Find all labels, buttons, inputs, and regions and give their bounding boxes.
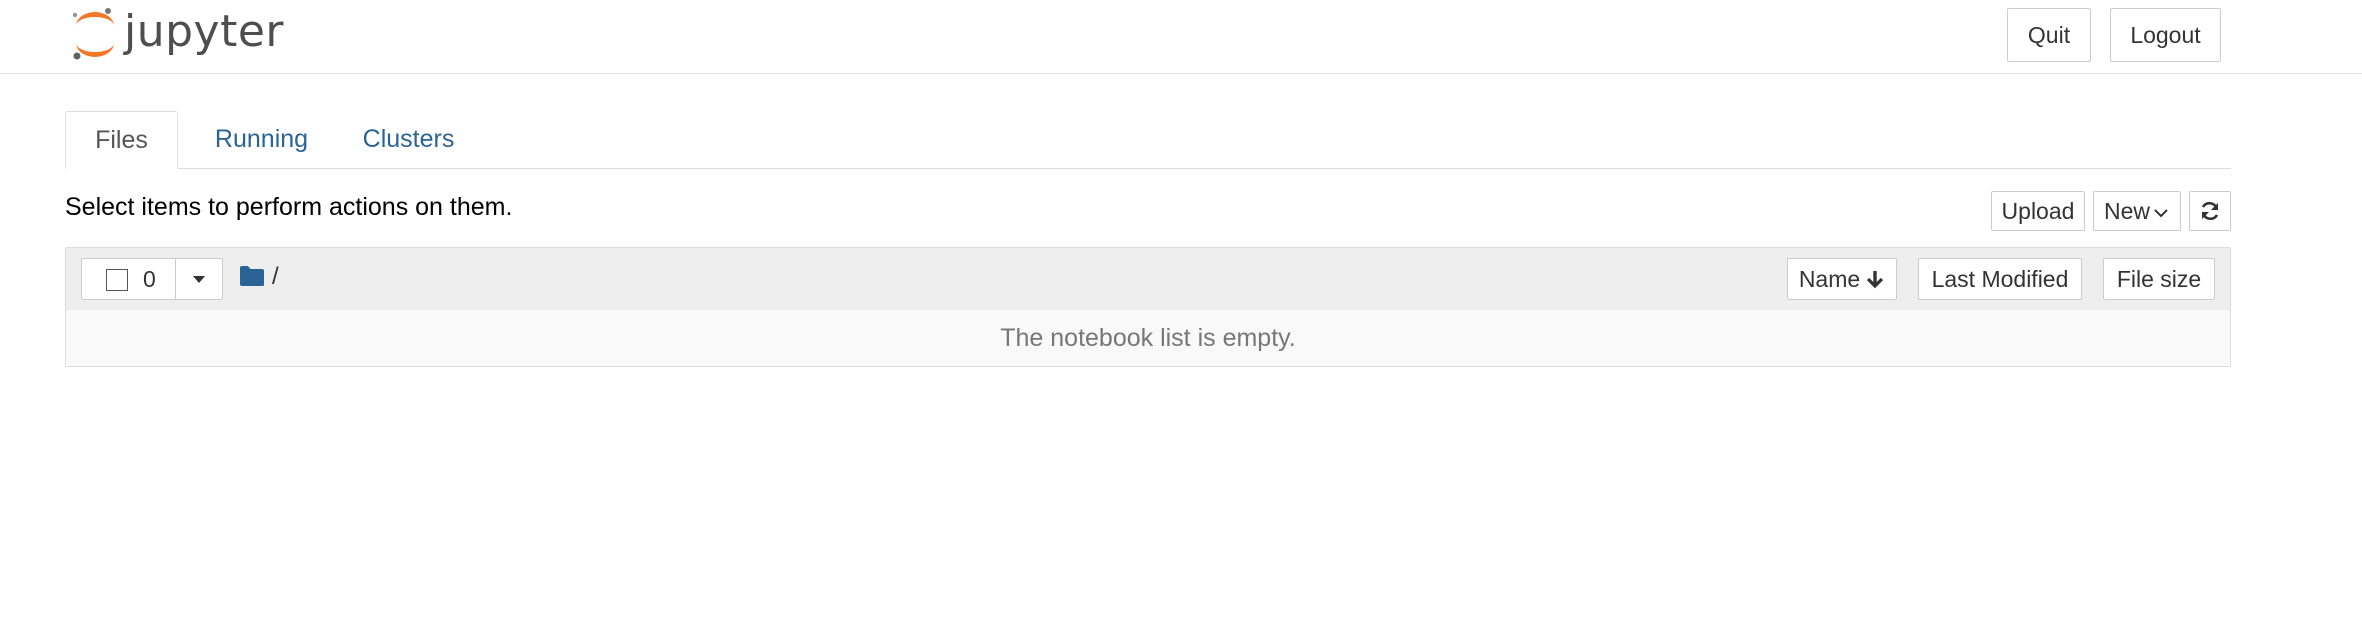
refresh-icon (2201, 201, 2219, 221)
folder-icon[interactable] (239, 265, 265, 287)
tab-files[interactable]: Files (65, 111, 178, 169)
logout-button[interactable]: Logout (2110, 8, 2221, 62)
select-all-checkbox[interactable] (106, 269, 128, 291)
sort-name-label: Name (1798, 265, 1861, 292)
header: jupyter Quit Logout (0, 0, 2362, 74)
selection-menu-button[interactable] (175, 259, 222, 299)
arrow-down-icon (1867, 271, 1884, 289)
sort-last-modified-button[interactable]: Last Modified (1918, 258, 2082, 300)
select-all-group: 0 (81, 258, 223, 300)
caret-down-icon (2154, 209, 2168, 218)
sort-name-button[interactable]: Name (1787, 258, 1897, 300)
refresh-button[interactable] (2189, 191, 2231, 231)
quit-button[interactable]: Quit (2007, 8, 2091, 62)
notebook-list: 0 / Name Last Modified File size The not… (65, 247, 2231, 367)
empty-list-message: The notebook list is empty. (66, 310, 2230, 366)
new-label: New (2104, 197, 2151, 224)
breadcrumb-path[interactable]: / (272, 263, 279, 291)
upload-button[interactable]: Upload (1991, 191, 2085, 231)
jupyter-logo-icon (72, 8, 114, 60)
tab-running[interactable]: Running (198, 111, 325, 168)
instructions-text: Select items to perform actions on them. (65, 193, 513, 221)
selected-count: 0 (143, 266, 156, 292)
logo-text: jupyter (124, 6, 284, 57)
tab-bar: Files Running Clusters (65, 111, 2231, 169)
jupyter-logo[interactable]: jupyter (70, 6, 290, 62)
sort-file-size-button[interactable]: File size (2103, 258, 2215, 300)
caret-down-icon (192, 275, 205, 283)
tab-clusters[interactable]: Clusters (345, 111, 472, 168)
new-dropdown-button[interactable]: New (2093, 191, 2181, 231)
notebook-list-header: 0 / Name Last Modified File size (66, 248, 2230, 311)
select-all-toggle[interactable]: 0 (82, 259, 176, 299)
